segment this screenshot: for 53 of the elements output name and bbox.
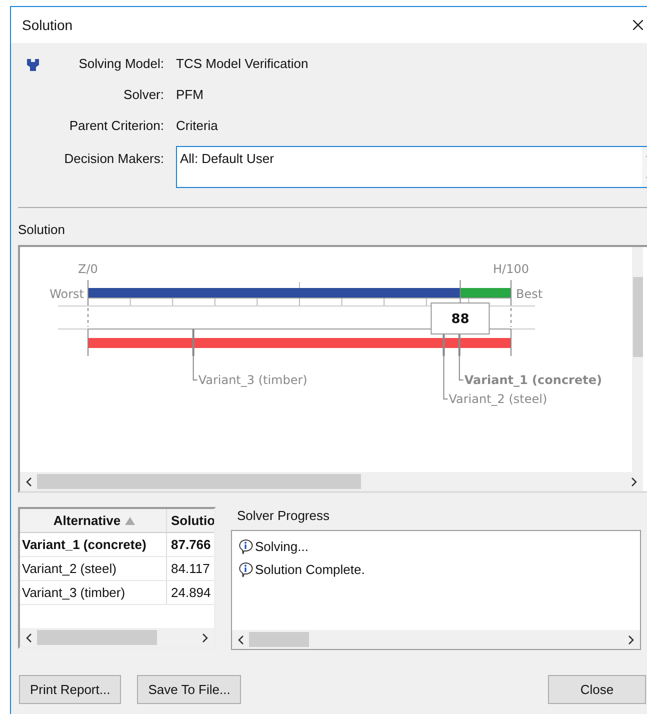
decision-makers-field[interactable]: All: Default User bbox=[176, 146, 647, 188]
scrollbar-thumb[interactable] bbox=[37, 474, 361, 489]
field-label: Solver: bbox=[122, 86, 164, 103]
log-message: Solving... bbox=[255, 539, 308, 554]
field-label: Solving Model: bbox=[78, 55, 164, 72]
sort-ascending-icon bbox=[124, 516, 135, 524]
table-cell-text: 24.894 bbox=[170, 585, 212, 600]
scroll-right-icon[interactable] bbox=[630, 476, 638, 486]
section-title: Solution bbox=[18, 222, 66, 237]
info-icon bbox=[238, 538, 253, 554]
value-marker: 88 bbox=[430, 302, 490, 334]
scroll-right-icon[interactable] bbox=[201, 632, 209, 642]
field-label: Decision Makers: bbox=[63, 150, 164, 167]
leader-line bbox=[458, 356, 464, 380]
alternative-label: Variant_2 (steel) bbox=[448, 392, 548, 406]
field-value: PFM bbox=[176, 86, 204, 103]
window-title: Solution bbox=[22, 17, 73, 33]
scrollbar-thumb[interactable] bbox=[249, 632, 309, 647]
table-cell: Variant_2 (steel) bbox=[20, 557, 167, 580]
field-value: Criteria bbox=[176, 117, 219, 134]
close-icon[interactable] bbox=[633, 20, 643, 30]
scale-min-label: Z/0 bbox=[78, 262, 98, 276]
scrollbar-thumb[interactable] bbox=[37, 630, 157, 645]
section-title: Solver Progress bbox=[237, 508, 330, 523]
scroll-left-icon[interactable] bbox=[25, 632, 33, 642]
info-icon bbox=[238, 562, 253, 578]
field-value: TCS Model Verification bbox=[176, 55, 310, 72]
table-cell-text: 84.117 bbox=[170, 561, 211, 576]
scroll-left-icon[interactable] bbox=[237, 634, 245, 644]
vertical-scrollbar[interactable] bbox=[632, 247, 643, 472]
worst-label: Worst bbox=[50, 287, 84, 301]
table-cell: Variant_3 (timber) bbox=[20, 581, 167, 604]
column-header[interactable]: Alternative bbox=[20, 509, 167, 532]
dialog-button[interactable]: Save To File... bbox=[137, 675, 242, 704]
best-label: Best bbox=[516, 287, 543, 301]
alternative-label: Variant_1 (concrete) bbox=[464, 373, 602, 387]
scrollbar-thumb[interactable] bbox=[633, 277, 643, 357]
scroll-left-icon[interactable] bbox=[25, 476, 33, 486]
close-button[interactable]: Close bbox=[548, 675, 646, 704]
horizontal-scrollbar[interactable] bbox=[20, 472, 643, 491]
scroll-right-icon[interactable] bbox=[627, 634, 635, 644]
leader-line bbox=[192, 356, 198, 380]
alternative-label: Variant_3 (timber) bbox=[198, 373, 308, 387]
field-label: Parent Criterion: bbox=[68, 117, 164, 134]
log-message: Solution Complete. bbox=[255, 562, 365, 577]
table-cell-text: 87.766 bbox=[170, 537, 212, 552]
horizontal-scrollbar[interactable] bbox=[232, 630, 640, 649]
dialog-button[interactable]: Print Report... bbox=[19, 675, 122, 704]
leader-line bbox=[443, 356, 448, 400]
horizontal-scrollbar[interactable] bbox=[20, 628, 214, 647]
table-cell: Variant_1 (concrete) bbox=[20, 533, 167, 556]
scale-max-label: H/100 bbox=[493, 262, 529, 276]
model-icon bbox=[26, 58, 40, 72]
